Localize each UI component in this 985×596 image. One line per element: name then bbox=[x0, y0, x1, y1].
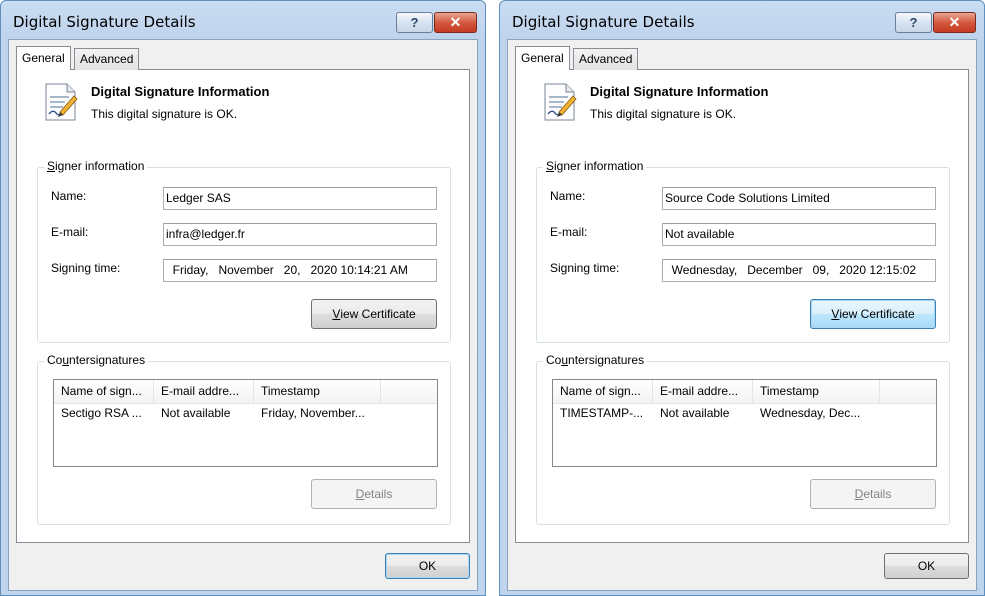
view-certificate-button[interactable]: View Certificate bbox=[810, 299, 936, 329]
window-title: Digital Signature Details bbox=[13, 13, 196, 31]
name-label: Name: bbox=[550, 189, 586, 203]
close-button[interactable]: ✕ bbox=[434, 12, 477, 33]
cell-name: Sectigo RSA ... bbox=[61, 406, 142, 420]
countersignatures-list[interactable]: Name of sign... E-mail addre... Timestam… bbox=[53, 379, 438, 467]
name-field[interactable]: Source Code Solutions Limited bbox=[662, 187, 936, 210]
cell-email: Not available bbox=[161, 406, 231, 420]
info-title: Digital Signature Information bbox=[590, 84, 769, 99]
column-header-name[interactable]: Name of sign... bbox=[553, 380, 653, 403]
close-icon: ✕ bbox=[449, 14, 462, 30]
signer-information-group: Signer information Name: Source Code Sol… bbox=[536, 159, 950, 343]
ok-button[interactable]: OK bbox=[884, 553, 969, 579]
column-header-timestamp[interactable]: Timestamp bbox=[753, 380, 880, 403]
help-button[interactable]: ? bbox=[895, 12, 932, 33]
cell-email: Not available bbox=[660, 406, 730, 420]
tab-general[interactable]: General bbox=[16, 46, 71, 70]
details-button[interactable]: Details bbox=[810, 479, 936, 509]
tab-advanced[interactable]: Advanced bbox=[74, 48, 140, 70]
signing-time-label: Signing time: bbox=[51, 261, 121, 275]
signing-time-field[interactable]: Wednesday, December 09, 2020 12:15:02 bbox=[662, 259, 936, 282]
signature-status: This digital signature is OK. bbox=[590, 107, 737, 121]
general-tab-panel: Digital Signature Information This digit… bbox=[16, 69, 470, 543]
countersignatures-legend: Countersignatures bbox=[44, 353, 149, 367]
signing-time-label: Signing time: bbox=[550, 261, 620, 275]
signer-information-legend: Signer information bbox=[44, 159, 148, 173]
view-certificate-button[interactable]: View Certificate bbox=[311, 299, 437, 329]
help-icon: ? bbox=[909, 15, 918, 30]
signature-status: This digital signature is OK. bbox=[91, 107, 238, 121]
help-button[interactable]: ? bbox=[396, 12, 433, 33]
dialog-client-area: General Advanced Digital Signature Infor… bbox=[8, 39, 478, 591]
signing-time-field[interactable]: Friday, November 20, 2020 10:14:21 AM bbox=[163, 259, 437, 282]
details-button[interactable]: Details bbox=[311, 479, 437, 509]
dialog-client-area: General Advanced Digital Signature Infor… bbox=[507, 39, 977, 591]
list-header: Name of sign... E-mail addre... Timestam… bbox=[54, 380, 437, 404]
info-title: Digital Signature Information bbox=[91, 84, 270, 99]
close-icon: ✕ bbox=[948, 14, 961, 30]
name-label: Name: bbox=[51, 189, 87, 203]
column-header-email[interactable]: E-mail addre... bbox=[154, 380, 254, 403]
help-icon: ? bbox=[410, 15, 419, 30]
cell-timestamp: Friday, November... bbox=[261, 406, 365, 420]
tab-general[interactable]: General bbox=[515, 46, 570, 70]
email-field[interactable]: infra@ledger.fr bbox=[163, 223, 437, 246]
column-header-name[interactable]: Name of sign... bbox=[54, 380, 154, 403]
column-header-email[interactable]: E-mail addre... bbox=[653, 380, 753, 403]
signer-information-legend: Signer information bbox=[543, 159, 647, 173]
email-label: E-mail: bbox=[550, 225, 588, 239]
digital-signature-dialog-right: Digital Signature Details ? ✕ General Ad… bbox=[499, 0, 985, 596]
tab-advanced[interactable]: Advanced bbox=[573, 48, 639, 70]
close-button[interactable]: ✕ bbox=[933, 12, 976, 33]
email-field[interactable]: Not available bbox=[662, 223, 936, 246]
signed-document-icon bbox=[544, 83, 577, 121]
signed-document-icon bbox=[45, 83, 78, 121]
countersignatures-group: Countersignatures Name of sign... E-mail… bbox=[37, 353, 451, 525]
cell-name: TIMESTAMP-... bbox=[560, 406, 644, 420]
countersignatures-list[interactable]: Name of sign... E-mail addre... Timestam… bbox=[552, 379, 937, 467]
general-tab-panel: Digital Signature Information This digit… bbox=[515, 69, 969, 543]
ok-button[interactable]: OK bbox=[385, 553, 470, 579]
countersignatures-group: Countersignatures Name of sign... E-mail… bbox=[536, 353, 950, 525]
countersignatures-legend: Countersignatures bbox=[543, 353, 648, 367]
window-title: Digital Signature Details bbox=[512, 13, 695, 31]
email-label: E-mail: bbox=[51, 225, 89, 239]
cell-timestamp: Wednesday, Dec... bbox=[760, 406, 861, 420]
column-header-timestamp[interactable]: Timestamp bbox=[254, 380, 381, 403]
name-field[interactable]: Ledger SAS bbox=[163, 187, 437, 210]
signer-information-group: Signer information Name: Ledger SAS E-ma… bbox=[37, 159, 451, 343]
list-header: Name of sign... E-mail addre... Timestam… bbox=[553, 380, 936, 404]
digital-signature-dialog-left: Digital Signature Details ? ✕ General Ad… bbox=[0, 0, 486, 596]
